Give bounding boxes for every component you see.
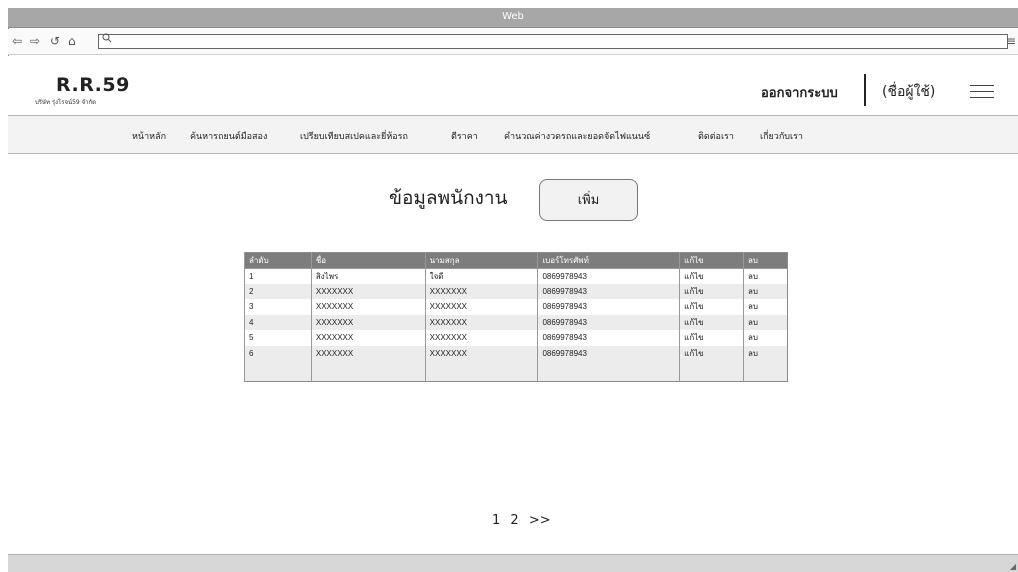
col-header-order: ลำดับ xyxy=(244,252,312,269)
table-row: 5 XXXXXXX XXXXXXX 0869978943 แก้ไข ลบ xyxy=(244,330,788,346)
delete-link[interactable]: ลบ xyxy=(743,345,788,361)
edit-link[interactable]: แก้ไข xyxy=(679,330,744,346)
edit-link[interactable]: แก้ไข xyxy=(679,283,744,299)
page-title: ข้อมูลพนักงาน xyxy=(389,187,508,209)
add-employee-button[interactable]: เพิ่ม xyxy=(539,179,638,221)
cell-order: 4 xyxy=(244,314,312,330)
edit-link[interactable]: แก้ไข xyxy=(679,299,744,315)
page-link-1[interactable]: 1 xyxy=(492,513,500,528)
company-name: บริษัท รุ่งโรจน์59 จำกัด xyxy=(35,99,97,106)
username-label[interactable]: (ชื่อผู้ใช้) xyxy=(882,81,935,103)
cell-phone: 0869978943 xyxy=(537,330,680,346)
cell-firstname: XXXXXXX xyxy=(310,330,426,346)
cell-order: 3 xyxy=(244,299,312,315)
status-bar: ◢ xyxy=(8,554,1018,572)
browser-window: Web ⇦ ⇨ ↺ ⌂ ≡ R.R.59 บริษัท รุ่งโรจน์59 … xyxy=(0,0,1018,572)
col-header-lastname: นามสกุล xyxy=(424,252,538,269)
cell-empty xyxy=(679,361,744,381)
browser-menu-icon[interactable]: ≡ xyxy=(1006,34,1016,48)
resize-grip-icon[interactable]: ◢ xyxy=(1010,562,1016,571)
cell-firstname: สิงไพร xyxy=(310,268,426,284)
cell-phone: 0869978943 xyxy=(537,299,680,315)
back-icon[interactable]: ⇦ xyxy=(12,33,22,49)
hamburger-menu-icon[interactable] xyxy=(970,85,994,103)
forward-icon[interactable]: ⇨ xyxy=(30,33,40,49)
logout-link[interactable]: ออกจากระบบ xyxy=(761,82,838,103)
table-row: 1 สิงไพร ใจดี 0869978943 แก้ไข ลบ xyxy=(244,268,788,284)
cell-order: 6 xyxy=(244,345,312,361)
table-row: 2 XXXXXXX XXXXXXX 0869978943 แก้ไข ลบ xyxy=(244,283,788,299)
cell-firstname: XXXXXXX xyxy=(310,314,426,330)
cell-firstname: XXXXXXX xyxy=(310,345,426,361)
home-icon[interactable]: ⌂ xyxy=(68,33,76,49)
delete-link[interactable]: ลบ xyxy=(743,268,788,284)
delete-link[interactable]: ลบ xyxy=(743,283,788,299)
reload-icon[interactable]: ↺ xyxy=(50,33,60,49)
cell-lastname: XXXXXXX xyxy=(424,283,538,299)
search-icon xyxy=(102,33,112,46)
nav-about[interactable]: เกี่ยวกับเรา xyxy=(760,129,803,143)
nav-appraisal[interactable]: ตีราคา xyxy=(451,129,478,143)
pagination: 1 2 >> xyxy=(492,513,557,528)
nav-loan-calculator[interactable]: คำนวณค่างวดรถและยอดจัดไฟแนนซ์ xyxy=(504,129,650,143)
cell-lastname: XXXXXXX xyxy=(424,314,538,330)
nav-compare-specs[interactable]: เปรียบเทียบสเปคและยี่ห้อรถ xyxy=(300,129,408,143)
edit-link[interactable]: แก้ไข xyxy=(679,314,744,330)
cell-firstname: XXXXXXX xyxy=(310,299,426,315)
cell-phone: 0869978943 xyxy=(537,283,680,299)
edit-link[interactable]: แก้ไข xyxy=(679,345,744,361)
address-bar[interactable] xyxy=(98,33,1008,49)
window-titlebar: Web xyxy=(8,8,1018,28)
table-header-row: ลำดับ ชื่อ นามสกุล เบอร์โทรศัพท์ แก้ไข ล… xyxy=(244,252,788,269)
nav-home[interactable]: หน้าหลัก xyxy=(132,129,166,143)
nav-contact[interactable]: ติดต่อเรา xyxy=(698,129,734,143)
employee-table: ลำดับ ชื่อ นามสกุล เบอร์โทรศัพท์ แก้ไข ล… xyxy=(244,252,788,382)
table-row-empty xyxy=(244,361,788,381)
delete-link[interactable]: ลบ xyxy=(743,314,788,330)
table-row: 3 XXXXXXX XXXXXXX 0869978943 แก้ไข ลบ xyxy=(244,299,788,315)
cell-empty xyxy=(310,361,426,381)
cell-firstname: XXXXXXX xyxy=(310,283,426,299)
col-header-firstname: ชื่อ xyxy=(310,252,426,269)
cell-order: 2 xyxy=(244,283,312,299)
main-navigation: หน้าหลัก ค้นหารถยนต์มือสอง เปรียบเทียบสเ… xyxy=(8,116,1018,154)
col-header-phone: เบอร์โทรศัพท์ xyxy=(537,252,680,269)
cell-lastname: XXXXXXX xyxy=(424,345,538,361)
cell-empty xyxy=(743,361,788,381)
header-divider xyxy=(864,74,866,106)
cell-phone: 0869978943 xyxy=(537,268,680,284)
table-row: 4 XXXXXXX XXXXXXX 0869978943 แก้ไข ลบ xyxy=(244,314,788,330)
cell-phone: 0869978943 xyxy=(537,314,680,330)
cell-order: 1 xyxy=(244,268,312,284)
cell-empty xyxy=(244,361,312,381)
page-link-2[interactable]: 2 xyxy=(510,513,518,528)
cell-empty xyxy=(424,361,538,381)
cell-lastname: XXXXXXX xyxy=(424,330,538,346)
cell-order: 5 xyxy=(244,330,312,346)
cell-lastname: XXXXXXX xyxy=(424,299,538,315)
site-header: R.R.59 บริษัท รุ่งโรจน์59 จำกัด ออกจากระ… xyxy=(8,56,1018,116)
col-header-edit: แก้ไข xyxy=(679,252,744,269)
edit-link[interactable]: แก้ไข xyxy=(679,268,744,284)
browser-toolbar: ⇦ ⇨ ↺ ⌂ ≡ xyxy=(8,29,1018,55)
cell-empty xyxy=(537,361,680,381)
col-header-delete: ลบ xyxy=(743,252,788,269)
window-title: Web xyxy=(502,11,524,22)
cell-phone: 0869978943 xyxy=(537,345,680,361)
logo[interactable]: R.R.59 xyxy=(56,74,130,96)
table-row: 6 XXXXXXX XXXXXXX 0869978943 แก้ไข ลบ xyxy=(244,345,788,361)
nav-search-used-cars[interactable]: ค้นหารถยนต์มือสอง xyxy=(190,129,267,143)
delete-link[interactable]: ลบ xyxy=(743,299,788,315)
cell-lastname: ใจดี xyxy=(424,268,538,284)
delete-link[interactable]: ลบ xyxy=(743,330,788,346)
next-page-link[interactable]: >> xyxy=(529,513,551,528)
